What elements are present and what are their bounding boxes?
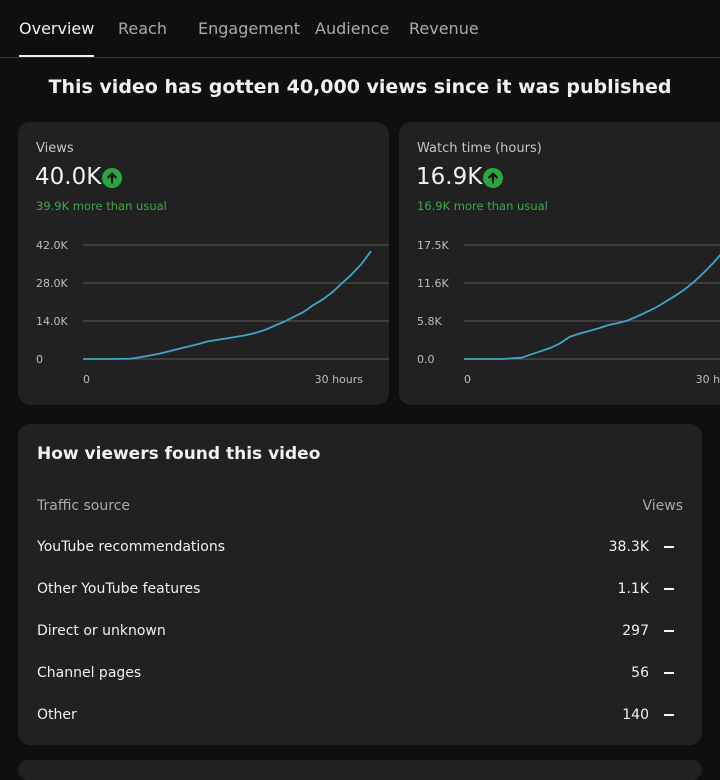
views-value: 40.0K [35,164,102,190]
traffic-source-views: 38.3K [608,539,649,555]
collapse-icon[interactable] [664,714,674,716]
collapse-icon[interactable] [664,588,674,590]
views-line-chart: 0 14.0K 28.0K 42.0K 0 30 hours [36,239,389,386]
watch-time-label: Watch time (hours) [417,141,542,156]
views-metric-card[interactable]: Views 40.0K 39.9K more than usual 0 14.0K… [18,122,389,405]
traffic-source-name: Channel pages [37,665,142,681]
tab-revenue[interactable]: Revenue [409,0,479,56]
x-tick-label: 0 [464,373,471,386]
watch-time-value: 16.9K [416,164,483,190]
table-row[interactable]: Channel pages 56 [18,652,701,694]
collapse-icon[interactable] [664,630,674,632]
y-tick-label: 28.0K [36,277,68,290]
views-comparison: 39.9K more than usual [36,199,167,213]
traffic-source-views: 140 [622,707,649,723]
traffic-source-column-header: Traffic source [37,498,131,514]
arrow-up-icon [102,168,122,188]
tab-audience[interactable]: Audience [315,0,389,56]
series-line [83,250,372,360]
y-tick-label: 11.6K [417,277,449,290]
table-row[interactable]: YouTube recommendations 38.3K [18,526,701,568]
watch-time-metric-card[interactable]: Watch time (hours) 16.9K 16.9K more than… [399,122,720,405]
traffic-source-views: 297 [622,623,649,639]
series-line [464,253,720,360]
views-label: Views [36,141,74,156]
traffic-source-views: 56 [631,665,649,681]
x-tick-label: 30 hours [696,373,720,386]
traffic-source-name: Other [37,707,77,723]
views-column-header: Views [642,498,683,514]
next-card-partial [18,760,702,780]
analytics-tab-bar: Overview Reach Engagement Audience Reven… [0,0,720,58]
y-tick-label: 5.8K [417,315,442,328]
table-row[interactable]: Direct or unknown 297 [18,610,701,652]
table-row[interactable]: Other YouTube features 1.1K [18,568,701,610]
arrow-up-icon [483,168,503,188]
y-tick-label: 17.5K [417,239,449,252]
page-headline: This video has gotten 40,000 views since… [48,76,672,98]
watch-time-line-chart: 0.0 5.8K 11.6K 17.5K 0 30 hours [417,239,720,386]
traffic-source-name: Other YouTube features [37,581,201,597]
collapse-icon[interactable] [664,672,674,674]
traffic-source-views: 1.1K [617,581,649,597]
y-tick-label: 14.0K [36,315,68,328]
watch-time-comparison: 16.9K more than usual [417,199,548,213]
x-tick-label: 30 hours [315,373,364,386]
traffic-sources-title: How viewers found this video [37,444,321,464]
y-tick-label: 42.0K [36,239,68,252]
table-row[interactable]: Other 140 [18,694,701,736]
traffic-sources-card: How viewers found this video Traffic sou… [18,424,702,745]
y-tick-label: 0 [36,353,43,366]
y-tick-label: 0.0 [417,353,435,366]
tab-engagement[interactable]: Engagement [198,0,300,56]
collapse-icon[interactable] [664,546,674,548]
tab-overview[interactable]: Overview [19,0,95,57]
tab-reach[interactable]: Reach [118,0,167,56]
traffic-source-name: Direct or unknown [37,623,166,639]
traffic-source-name: YouTube recommendations [37,539,226,555]
x-tick-label: 0 [83,373,90,386]
